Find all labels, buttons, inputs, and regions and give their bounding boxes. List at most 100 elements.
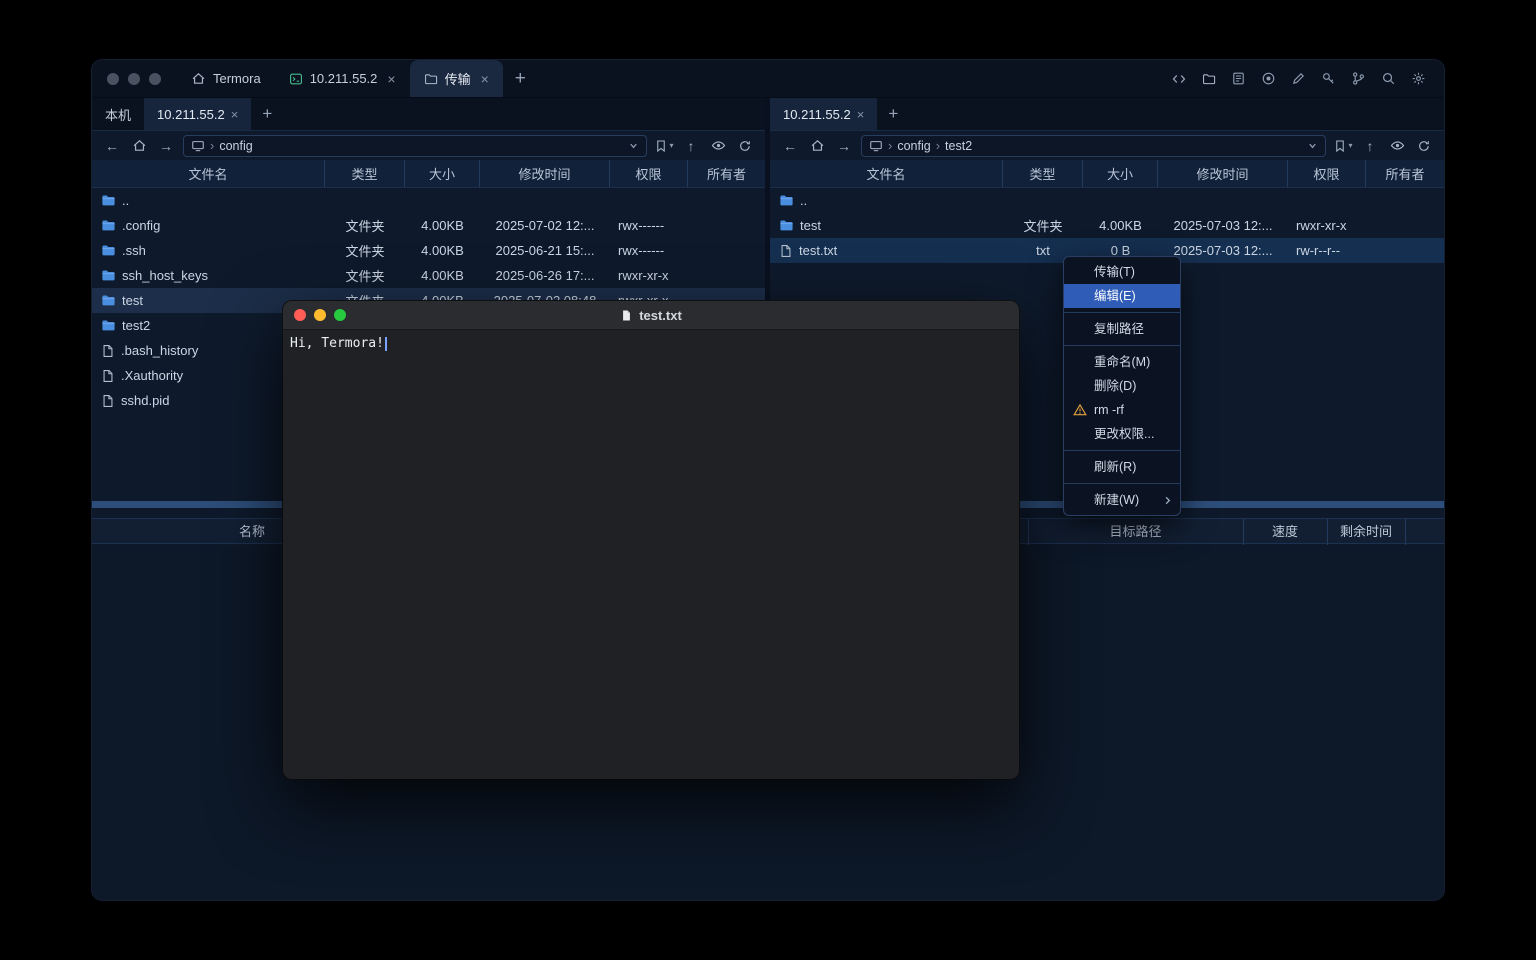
bookmark-button[interactable]: ▾ [1333,136,1353,156]
new-pane-tab-button[interactable]: + [251,98,283,130]
window-tab-label: 10.211.55.2 [310,71,378,86]
back-button[interactable]: ← [102,136,122,156]
path-segment[interactable]: config [897,139,930,153]
file-table-header: 文件名类型大小修改时间权限所有者 [770,160,1444,188]
file-perms: rwx------ [610,243,688,258]
pane-tab[interactable]: 10.211.55.2× [770,98,877,130]
parent-directory-button[interactable]: ↑ [1360,136,1380,156]
editor-titlebar[interactable]: test.txt [283,301,1019,330]
file-modified: 2025-06-26 17:... [480,268,610,283]
window-tab[interactable]: 传输× [410,60,503,97]
back-button[interactable]: ← [780,136,800,156]
file-row[interactable]: test文件夹4.00KB2025-07-03 12:...rwxr-xr-x [770,213,1444,238]
code-icon[interactable] [1170,70,1187,87]
path-segment[interactable]: test2 [945,139,972,153]
file-row[interactable]: .. [770,188,1444,213]
menu-item[interactable]: 更改权限... [1064,422,1180,446]
editor-minimize-button[interactable] [314,309,326,321]
refresh-button[interactable] [735,136,755,156]
menu-item[interactable]: 编辑(E) [1064,284,1180,308]
forward-button[interactable]: → [156,136,176,156]
pane-tab[interactable]: 10.211.55.2× [144,98,251,130]
key-icon[interactable] [1320,70,1337,87]
menu-item[interactable]: 传输(T) [1064,260,1180,284]
submenu-chevron-icon [1162,488,1173,512]
close-tab-icon[interactable]: × [481,71,489,87]
window-tab-label: Termora [213,71,261,86]
window-tab[interactable]: 10.211.55.2 × [275,60,410,97]
column-header[interactable]: 修改时间 [480,160,610,187]
menu-item[interactable]: 删除(D) [1064,374,1180,398]
transfer-column-speed[interactable]: 速度 [1243,519,1327,545]
forward-button[interactable]: → [834,136,854,156]
transfer-column-remaining-time[interactable]: 剩余时间 [1327,519,1405,545]
refresh-button[interactable] [1414,136,1434,156]
pane-tab[interactable]: 本机 [92,98,144,130]
path-dropdown-icon[interactable] [628,140,639,151]
file-name-cell: ssh_host_keys [92,268,325,283]
menu-item[interactable]: rm -rf [1064,398,1180,422]
column-header[interactable]: 所有者 [1366,160,1444,187]
search-icon[interactable] [1380,70,1397,87]
window-titlebar[interactable]: Termora10.211.55.2×传输× + [92,60,1444,98]
column-header[interactable]: 所有者 [688,160,765,187]
close-tab-icon[interactable]: × [387,71,395,87]
file-name-cell: .config [92,218,325,233]
file-row[interactable]: .. [92,188,765,213]
path-chevron-icon: › [888,138,892,153]
column-header[interactable]: 类型 [325,160,405,187]
column-header[interactable]: 权限 [1288,160,1366,187]
file-type: 文件夹 [325,216,405,235]
folder-icon[interactable] [1200,70,1217,87]
column-header[interactable]: 文件名 [770,160,1003,187]
file-row[interactable]: ssh_host_keys文件夹4.00KB2025-06-26 17:...r… [92,263,765,288]
transfer-column-target-path[interactable]: 目标路径 [1028,519,1243,545]
menu-item-label: 新建(W) [1094,493,1139,507]
file-name: .. [800,193,807,208]
editor-zoom-button[interactable] [334,309,346,321]
pane-tab-label: 本机 [105,105,131,124]
settings-icon[interactable] [1410,70,1427,87]
new-window-tab-button[interactable]: + [503,60,538,97]
bookmark-button[interactable]: ▾ [654,136,674,156]
file-row[interactable]: .ssh文件夹4.00KB2025-06-21 15:...rwx------ [92,238,765,263]
column-header[interactable]: 大小 [1083,160,1158,187]
close-button[interactable] [107,73,119,85]
column-header[interactable]: 类型 [1003,160,1083,187]
path-bar[interactable]: ›config›test2 [861,135,1326,157]
minimize-button[interactable] [128,73,140,85]
file-perms: rwxr-xr-x [1288,218,1366,233]
editor-content[interactable]: Hi, Termora! [283,330,1019,358]
show-hidden-files-button[interactable] [1387,136,1407,156]
new-pane-tab-button[interactable]: + [877,98,909,130]
file-icon [101,394,115,408]
folder-icon [101,293,116,308]
path-dropdown-icon[interactable] [1307,140,1318,151]
editor-close-button[interactable] [294,309,306,321]
window-tab[interactable]: Termora [177,60,275,97]
menu-item[interactable]: 复制路径 [1064,317,1180,341]
column-header[interactable]: 权限 [610,160,688,187]
edit-icon[interactable] [1290,70,1307,87]
column-header[interactable]: 修改时间 [1158,160,1288,187]
zoom-button[interactable] [149,73,161,85]
file-modified: 2025-06-21 15:... [480,243,610,258]
record-icon[interactable] [1260,70,1277,87]
close-tab-icon[interactable]: × [857,107,865,122]
menu-item[interactable]: 刷新(R) [1064,455,1180,479]
file-row[interactable]: .config文件夹4.00KB2025-07-02 12:...rwx----… [92,213,765,238]
column-header[interactable]: 文件名 [92,160,325,187]
close-tab-icon[interactable]: × [231,107,239,122]
home-button[interactable] [129,136,149,156]
show-hidden-files-button[interactable] [708,136,728,156]
home-button[interactable] [807,136,827,156]
path-bar[interactable]: ›config [183,135,647,157]
menu-item[interactable]: 重命名(M) [1064,350,1180,374]
branch-icon[interactable] [1350,70,1367,87]
path-segment[interactable]: config [219,139,252,153]
file-name: ssh_host_keys [122,268,208,283]
log-icon[interactable] [1230,70,1247,87]
parent-directory-button[interactable]: ↑ [681,136,701,156]
column-header[interactable]: 大小 [405,160,480,187]
menu-item[interactable]: 新建(W) [1064,488,1180,512]
